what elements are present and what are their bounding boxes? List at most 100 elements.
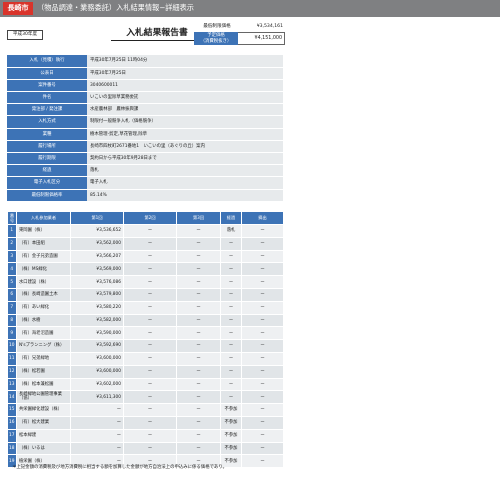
round2-bid: ー: [123, 365, 177, 379]
bidder-number: 13: [7, 378, 17, 392]
bid-status: ー: [220, 250, 242, 264]
page-header-title: （物品調達・業務委託）入札結果情報−詳細表示: [37, 3, 194, 13]
table-row: 17 松本緑建ーーー不参加ー: [7, 429, 284, 443]
bidder-number: 1: [7, 224, 17, 238]
bidder-name: （有）松大建業: [16, 416, 71, 430]
table-row: 7 （有）あい緑化 ¥3,580,220 ーーーー: [7, 301, 284, 315]
column-header: 第2回: [123, 211, 177, 225]
round2-bid: ー: [123, 237, 177, 251]
table-row: 6 （株）長崎造園土木 ¥3,579,800 ーーーー: [7, 288, 284, 302]
minimum-price-row: 最低制限価格 ¥3,534,161: [194, 22, 285, 31]
bid-status: 不参加: [220, 403, 242, 417]
column-header: 番号: [7, 211, 17, 225]
bidder-number: 14: [7, 390, 17, 405]
planned-price-label-line2: （消費税抜き）: [200, 38, 232, 44]
bidder-name: 長崎緑地公園管理事業（協）: [16, 390, 71, 405]
info-label: 公表日: [7, 67, 87, 80]
bidder-number: 9: [7, 326, 17, 341]
info-label: 入札方式: [7, 115, 87, 129]
info-row: 案件番号 3040600011: [7, 79, 283, 93]
bid-info-table: 入札（見積）執行 平成30年7月25日 11時04分 公表日 平成30年7月25日 案件…: [7, 55, 283, 202]
info-row: 公表日 平成30年7月25日: [7, 67, 283, 80]
bidder-name: 水口建設（株）: [16, 275, 71, 289]
column-header: 第3回: [176, 211, 221, 225]
bid-status: ー: [220, 378, 242, 392]
info-value: 平成30年7月25日 11時04分: [87, 55, 283, 68]
table-row: 12 （株）松若園 ¥3,600,000 ーーーー: [7, 365, 284, 379]
bid-note: ー: [241, 403, 284, 417]
bidder-number: 10: [7, 339, 17, 353]
round1-bid: ー: [70, 429, 124, 443]
info-row: 件名 いこいの里除草業務委託: [7, 91, 283, 105]
bid-status: ー: [220, 301, 242, 315]
planned-price-label: 予定価格 （消費税抜き）: [194, 32, 238, 45]
bidder-name: （株）長崎造園土木: [16, 288, 71, 302]
round1-bid: ¥3,576,086: [70, 275, 124, 289]
price-summary: 最低制限価格 ¥3,534,161 予定価格 （消費税抜き） ¥4,151,00…: [194, 22, 285, 45]
info-value: 平成30年7月25日: [87, 67, 283, 80]
top-bar: 長崎市 （物品調達・業務委託）入札結果情報−詳細表示: [0, 0, 500, 17]
info-label: 件名: [7, 91, 87, 105]
table-row: 5 水口建設（株） ¥3,576,086 ーーーー: [7, 275, 284, 289]
round3-bid: ー: [176, 288, 221, 302]
planned-price-value: ¥4,151,000: [238, 32, 285, 45]
round2-bid: ー: [123, 288, 177, 302]
bidder-name: （株）水樹: [16, 314, 71, 328]
round3-bid: ー: [176, 326, 221, 341]
bid-status: ー: [220, 390, 242, 405]
round2-bid: ー: [123, 250, 177, 264]
bid-note: ー: [241, 390, 284, 405]
round1-bid: ¥3,611,300: [70, 390, 124, 405]
info-label: 履行場所: [7, 140, 87, 154]
column-header: 経過: [220, 211, 242, 225]
info-label: 案件番号: [7, 79, 87, 93]
bid-note: ー: [241, 250, 284, 264]
info-value: 3040600011: [87, 79, 283, 93]
round1-bid: ¥3,566,207: [70, 250, 124, 264]
round3-bid: ー: [176, 390, 221, 405]
round1-bid: ¥3,579,800: [70, 288, 124, 302]
bidder-number: 12: [7, 365, 17, 379]
bidder-number: 5: [7, 275, 17, 289]
bidder-number: 4: [7, 262, 17, 277]
round1-bid: ¥3,600,000: [70, 365, 124, 379]
info-row: 電子入札区分 電子入札: [7, 176, 283, 190]
info-value: 電子入札: [87, 176, 283, 190]
round1-bid: ¥3,602,000: [70, 378, 124, 392]
round1-bid: ¥3,600,000: [70, 352, 124, 366]
bidder-name: （有）海老沼造園: [16, 326, 71, 341]
info-label: 履行期限: [7, 152, 87, 166]
info-label: 経過: [7, 164, 87, 178]
bid-note: ー: [241, 262, 284, 277]
bidder-name: （有）兄弟緑地: [16, 352, 71, 366]
info-row: 発注部 / 発注課 水産農林部 農林振興課: [7, 103, 283, 117]
bidder-number: 18: [7, 442, 17, 456]
info-label: 発注部 / 発注課: [7, 103, 87, 117]
round3-bid: ー: [176, 339, 221, 353]
bidder-name: 共栄園緑化建設（株）: [16, 403, 71, 417]
info-row: 経過 落札: [7, 164, 283, 178]
bid-note: ー: [241, 275, 284, 289]
info-value: 樹木管理-剪定,草花管理,除草: [87, 128, 283, 141]
round1-bid: ¥3,590,000: [70, 326, 124, 341]
info-row: 履行期限 契約日から平成30年9月28日まで: [7, 152, 283, 166]
round3-bid: ー: [176, 301, 221, 315]
minimum-price-value: ¥3,534,161: [256, 23, 283, 29]
bid-note: ー: [241, 288, 284, 302]
planned-price-row: 予定価格 （消費税抜き） ¥4,151,000: [194, 32, 285, 45]
bid-status: ー: [220, 275, 242, 289]
round1-bid: ¥3,562,000: [70, 237, 124, 251]
round3-bid: ー: [176, 224, 221, 238]
bidder-name: （株）松本兼松園: [16, 378, 71, 392]
bidder-number: 17: [7, 429, 17, 443]
bid-note: ー: [241, 352, 284, 366]
bid-status: 不参加: [220, 442, 242, 456]
footnote: ＊上記金額の消費税及び地方消費税に相当する額を加算した金額が地方自治法上の申込み…: [12, 465, 228, 470]
table-row: 13 （株）松本兼松園 ¥3,602,000 ーーーー: [7, 378, 284, 392]
bid-status: ー: [220, 352, 242, 366]
bidders-header-row: 番号 入札参加業者 第1回 第2回 第3回 経過 摘出: [7, 211, 284, 225]
city-logo[interactable]: 長崎市: [3, 2, 33, 15]
bid-status: ー: [220, 237, 242, 251]
minimum-price-label: 最低制限価格: [203, 23, 231, 29]
column-header: 入札参加業者: [16, 211, 71, 225]
